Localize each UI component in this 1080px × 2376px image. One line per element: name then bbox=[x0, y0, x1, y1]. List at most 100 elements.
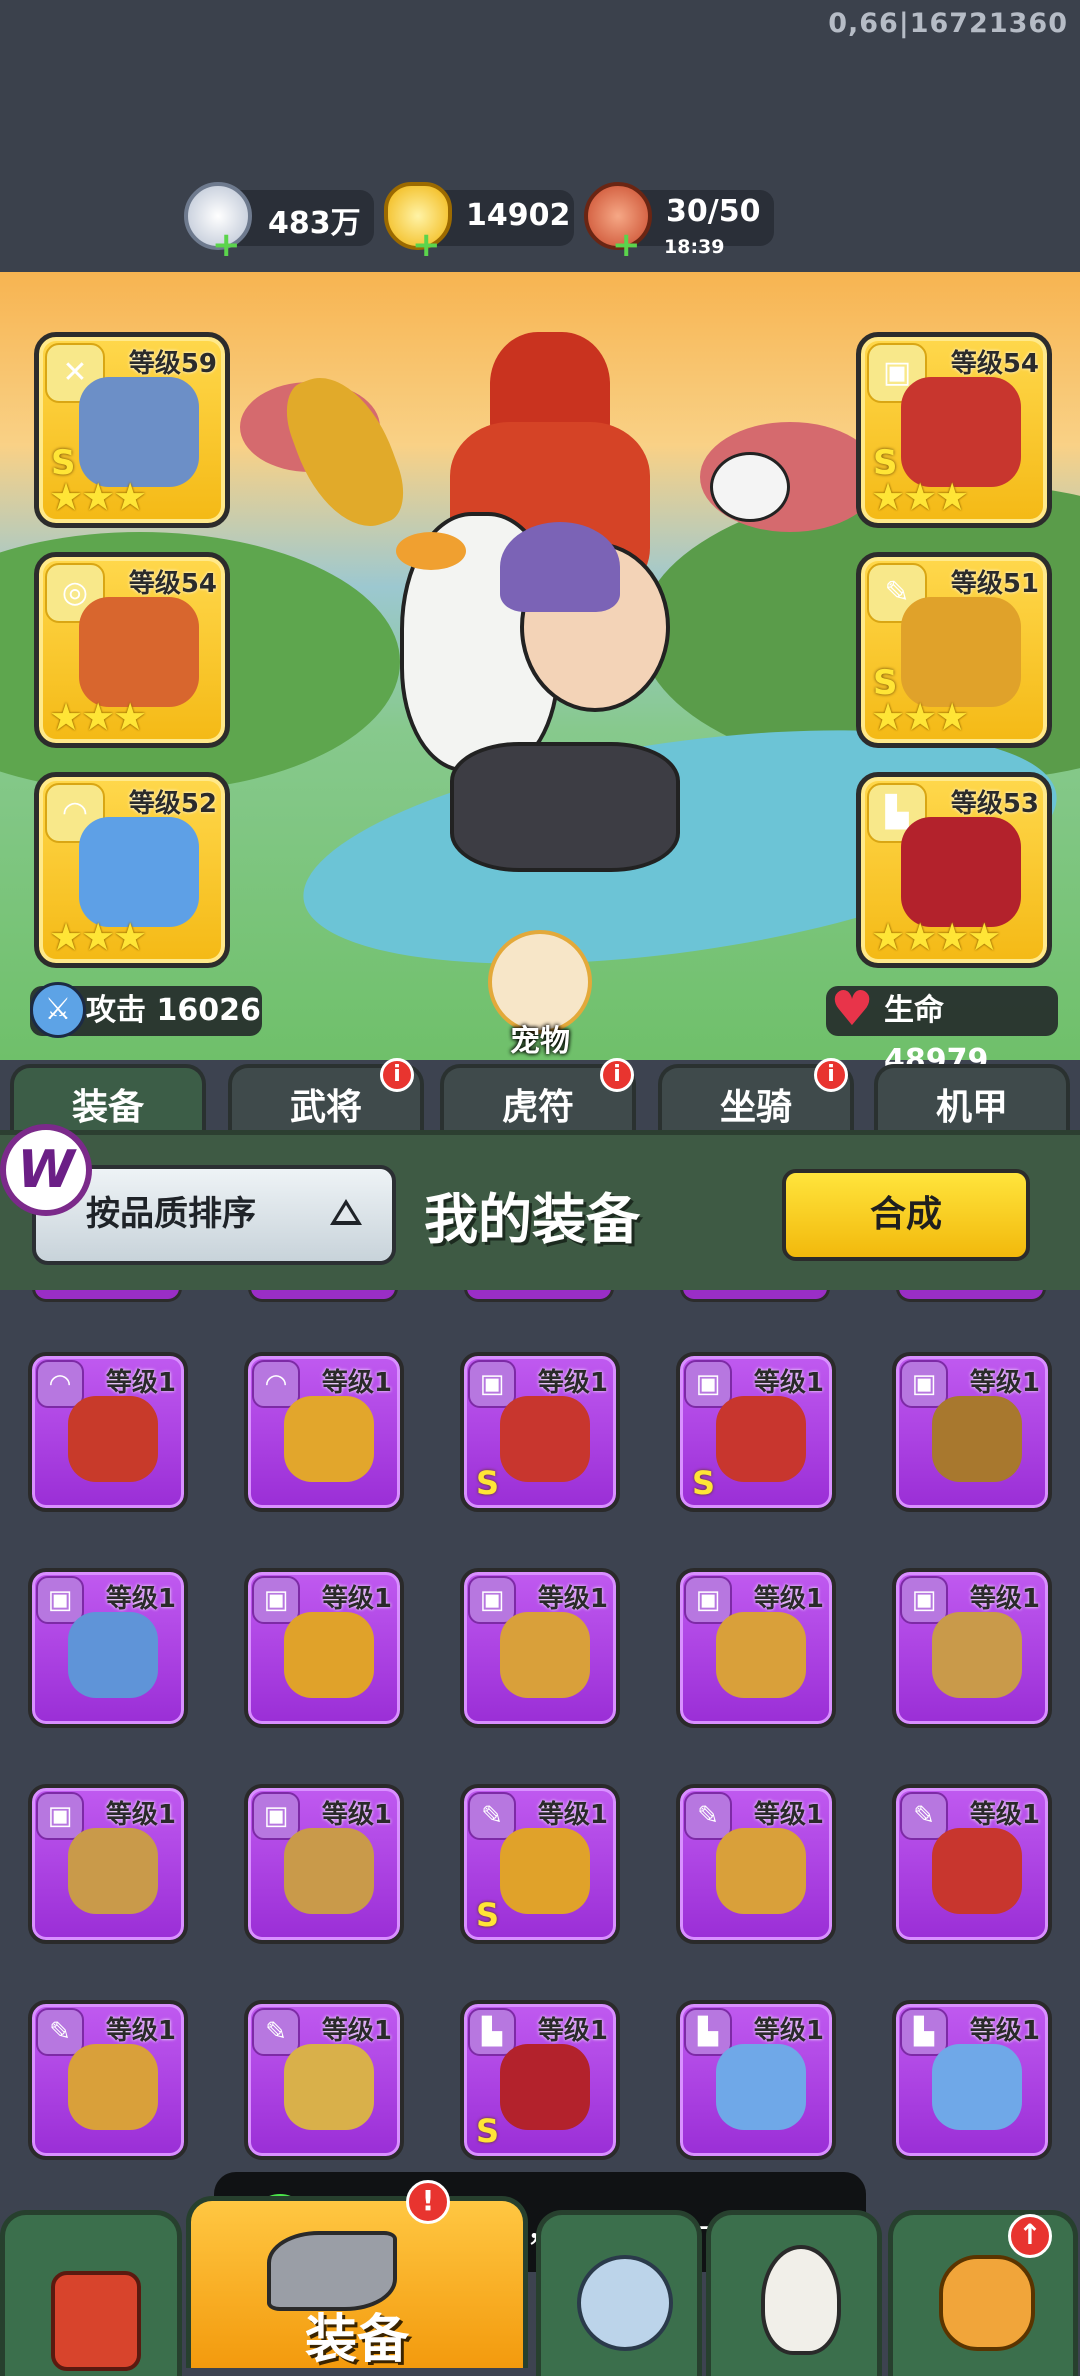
item-level: 等级1 bbox=[969, 1368, 1040, 1398]
mount-alert-badge: i bbox=[814, 1058, 848, 1092]
gauntlet-icon: ✎ bbox=[684, 1792, 732, 1840]
item-art bbox=[284, 1612, 374, 1698]
gauntlet-icon: ✎ bbox=[36, 2008, 84, 2056]
slot-level: 等级51 bbox=[950, 569, 1039, 599]
pet-label[interactable]: 宠物 bbox=[490, 1016, 590, 1060]
helmet-icon: ◠ bbox=[252, 1360, 300, 1408]
item-level: 等级1 bbox=[537, 1368, 608, 1398]
slot-level: 等级54 bbox=[950, 349, 1039, 379]
nav-equip-button[interactable]: 装备 bbox=[186, 2196, 528, 2370]
equip-slot-helmet[interactable]: ◠ 等级52 ★★★ bbox=[34, 772, 230, 968]
item-level: 等级1 bbox=[321, 1800, 392, 1830]
item-art bbox=[284, 2044, 374, 2130]
merge-button[interactable]: 合成 bbox=[782, 1169, 1030, 1261]
medal-art bbox=[79, 597, 199, 707]
hero-armor-skirt bbox=[450, 742, 680, 872]
inventory-item-armor[interactable]: ▣ 等级1 bbox=[460, 1568, 620, 1728]
boots-art bbox=[901, 817, 1021, 927]
inventory-item-armor[interactable]: ▣ 等级1 bbox=[892, 1352, 1052, 1512]
armor-icon: ▣ bbox=[900, 1360, 948, 1408]
inventory-item-helmet[interactable]: ◠ 等级1 bbox=[28, 1352, 188, 1512]
armor-art bbox=[901, 377, 1021, 487]
armor-icon: ▣ bbox=[684, 1576, 732, 1624]
item-art bbox=[932, 1612, 1022, 1698]
star-rating: ★★★ bbox=[49, 915, 147, 959]
inventory-item-gauntlet[interactable]: ✎ 等级1 bbox=[892, 1784, 1052, 1944]
item-art bbox=[716, 1612, 806, 1698]
inventory-item-boots[interactable]: ▙ 等级1 S bbox=[460, 2000, 620, 2160]
inventory-item-armor[interactable]: ▣ 等级1 S bbox=[676, 1352, 836, 1512]
item-art bbox=[716, 1828, 806, 1914]
helmet-art bbox=[79, 817, 199, 927]
inventory-item-gauntlet[interactable]: ✎ 等级1 bbox=[676, 1784, 836, 1944]
item-art bbox=[932, 2044, 1022, 2130]
inventory-item-armor[interactable]: ▣ 等级1 bbox=[28, 1784, 188, 1944]
add-silver-button[interactable]: + bbox=[212, 228, 241, 262]
tab-mecha[interactable]: 机甲 bbox=[874, 1064, 1070, 1134]
inventory-item-armor[interactable]: ▣ 等级1 S bbox=[460, 1352, 620, 1512]
item-level: 等级1 bbox=[537, 1584, 608, 1614]
item-level: 等级1 bbox=[969, 2016, 1040, 2046]
weapon-art bbox=[79, 377, 199, 487]
inventory-grid[interactable]: ◠ 等级1 ◠ 等级1 ▣ 等级1 S ▣ 等级1 S ▣ 等级1 ▣ 等级1 ▣ 等级1 ▣ 等级1 ▣ 等级1 ▣ 等… bbox=[0, 1290, 1080, 2190]
equip-slot-boots[interactable]: ▙ 等级53 ★★★★ bbox=[856, 772, 1052, 968]
inventory-item-helmet[interactable]: ◠ 等级1 bbox=[244, 1352, 404, 1512]
nav-hero-button[interactable] bbox=[706, 2210, 882, 2376]
inventory-item-armor[interactable]: ▣ 等级1 bbox=[676, 1568, 836, 1728]
equip-slot-gauntlet[interactable]: ✎ 等级51 S ★★★ bbox=[856, 552, 1052, 748]
item-art bbox=[68, 1396, 158, 1482]
inventory-item-armor[interactable]: ▣ 等级1 bbox=[28, 1568, 188, 1728]
slot-level: 等级54 bbox=[128, 569, 217, 599]
inventory-item-armor[interactable]: ▣ 等级1 bbox=[244, 1784, 404, 1944]
item-level: 等级1 bbox=[753, 2016, 824, 2046]
girl-hair bbox=[500, 522, 620, 612]
star-rating: ★★★ bbox=[871, 475, 969, 519]
slot-level: 等级52 bbox=[128, 789, 217, 819]
s-grade-mark: S bbox=[476, 1464, 500, 1502]
gauntlet-icon: ✎ bbox=[900, 1792, 948, 1840]
slot-level: 等级53 bbox=[950, 789, 1039, 819]
helmet-icon: ◠ bbox=[36, 1360, 84, 1408]
item-art bbox=[500, 1396, 590, 1482]
silver-value: 483万 bbox=[268, 206, 361, 241]
item-level: 等级1 bbox=[753, 1584, 824, 1614]
item-level: 等级1 bbox=[105, 1584, 176, 1614]
star-rating: ★★★★ bbox=[871, 915, 1001, 959]
w-logo-icon[interactable]: W bbox=[0, 1124, 92, 1216]
nav-armory-button[interactable] bbox=[536, 2210, 702, 2376]
inventory-item-boots[interactable]: ▙ 等级1 bbox=[892, 2000, 1052, 2160]
equip-slot-armor[interactable]: ▣ 等级54 S ★★★ bbox=[856, 332, 1052, 528]
item-art bbox=[500, 1612, 590, 1698]
s-grade-mark: S bbox=[476, 1896, 500, 1934]
star-rating: ★★★ bbox=[49, 475, 147, 519]
build-id-text: 0,66|16721360 bbox=[828, 8, 1068, 39]
nav-city-button[interactable] bbox=[0, 2210, 182, 2376]
gate-icon bbox=[51, 2271, 141, 2371]
inventory-item-gauntlet[interactable]: ✎ 等级1 bbox=[28, 2000, 188, 2160]
inventory-item-armor[interactable]: ▣ 等级1 bbox=[244, 1568, 404, 1728]
star-rating: ★★★ bbox=[49, 695, 147, 739]
item-level: 等级1 bbox=[753, 1800, 824, 1830]
add-gold-button[interactable]: + bbox=[412, 228, 441, 262]
sword-shield-icon bbox=[577, 2255, 673, 2351]
axe-weapon bbox=[275, 361, 415, 543]
inventory-item-gauntlet[interactable]: ✎ 等级1 bbox=[244, 2000, 404, 2160]
add-stamina-button[interactable]: + bbox=[612, 228, 641, 262]
sort-arrow-icon bbox=[330, 1199, 362, 1225]
hero-character-group[interactable] bbox=[275, 312, 840, 912]
slot-level: 等级59 bbox=[128, 349, 217, 379]
item-art bbox=[500, 2044, 590, 2130]
armor-icon: ▣ bbox=[684, 1360, 732, 1408]
partial-item-above bbox=[896, 1290, 1046, 1302]
item-level: 等级1 bbox=[105, 1800, 176, 1830]
panel-title: 我的装备 bbox=[424, 1188, 640, 1251]
equip-slot-medal[interactable]: ◎ 等级54 ★★★ bbox=[34, 552, 230, 748]
partial-item-above bbox=[680, 1290, 830, 1302]
generals-alert-badge: i bbox=[380, 1058, 414, 1092]
item-art bbox=[68, 1828, 158, 1914]
equip-slot-weapon[interactable]: ✕ 等级59 S ★★★ bbox=[34, 332, 230, 528]
item-level: 等级1 bbox=[969, 1584, 1040, 1614]
inventory-item-armor[interactable]: ▣ 等级1 bbox=[892, 1568, 1052, 1728]
inventory-item-boots[interactable]: ▙ 等级1 bbox=[676, 2000, 836, 2160]
inventory-item-gauntlet[interactable]: ✎ 等级1 S bbox=[460, 1784, 620, 1944]
